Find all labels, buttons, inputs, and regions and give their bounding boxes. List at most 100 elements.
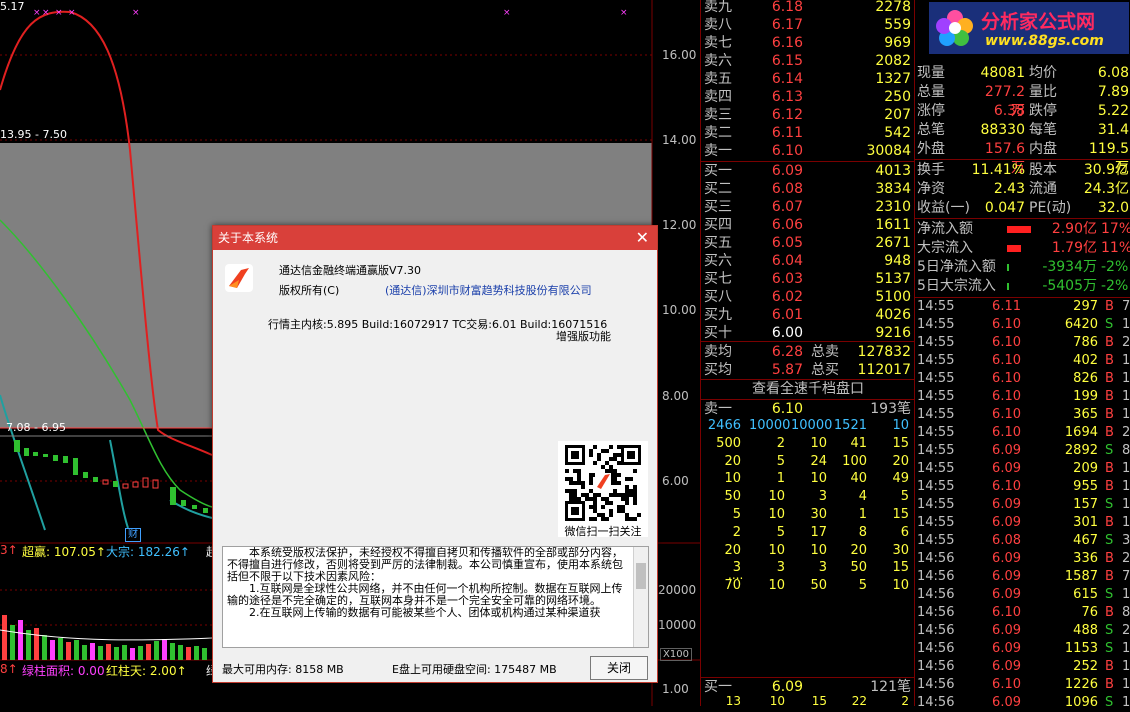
notice-scrollbar[interactable] [633,547,648,647]
tick-side: B [1105,479,1114,494]
tick-row[interactable]: 14:55 6.10 1694 B 20 [915,424,1130,442]
tick-row[interactable]: 14:55 6.09 209 B 13 [915,460,1130,478]
financial-badge[interactable]: 财 [125,528,141,542]
y-axis-label: 8.00 [662,389,689,403]
tick-row[interactable]: 14:55 6.10 786 B 24 [915,334,1130,352]
close-button[interactable]: 关闭 [590,656,648,680]
level-price: 6.14 [771,71,803,87]
quote-info-panel: 分析家公式网 www.88gs.com 现量 48081 均价 6.08 总量 277.2… [914,0,1130,710]
candle [33,452,38,456]
avg-sell-row: 卖均 6.28 总卖 127832 [701,343,915,361]
queue-cell: 5 [900,489,909,505]
book-level-row: 买二 6.08 3834 [701,180,915,198]
level-price: 6.05 [771,235,803,251]
tick-row[interactable]: 14:56 6.09 615 S 18 [915,586,1130,604]
tick-row[interactable]: 14:56 6.09 252 B 16 [915,658,1130,676]
tick-row[interactable]: 14:55 6.08 467 S 32 [915,532,1130,550]
tick-row[interactable]: 14:55 6.10 6420 S 132 [915,316,1130,334]
tick-row[interactable]: 14:55 6.10 402 B 12 [915,352,1130,370]
stat-row: 现量 48081 均价 6.08 [915,64,1130,83]
svg-text:×: × [620,8,628,18]
tick-row[interactable]: 14:56 6.09 1153 S 19 [915,640,1130,658]
tick-row[interactable]: 14:56 6.09 1587 B 73 [915,568,1130,586]
tick-side: B [1105,299,1114,314]
tick-price: 6.10 [992,605,1021,620]
tick-volume: 1096 [1064,695,1098,710]
tick-row[interactable]: 14:55 6.11 297 B 7 [915,298,1130,316]
tick-row[interactable]: 14:56 6.09 1096 S 13 [915,694,1130,712]
queue-cell: 40 [850,471,867,487]
candle [192,505,197,509]
level-price: 6.17 [771,17,803,33]
tick-side: B [1105,353,1114,368]
tick-count: 18 [1122,587,1130,602]
scrollbar-thumb[interactable] [636,563,646,589]
tick-row[interactable]: 14:56 6.10 1226 B 18 [915,676,1130,694]
disk-info: E盘上可用硬盘空间: 175487 MB [392,663,557,676]
tick-row[interactable]: 14:55 6.10 199 B 13 [915,388,1130,406]
tick-volume: 2892 [1064,443,1098,458]
low-range-label: 7.08 - 6.95 [6,421,66,434]
tick-price: 6.08 [992,533,1021,548]
close-icon[interactable]: ✕ [636,226,649,250]
tick-time: 14:56 [917,569,955,584]
tick-row[interactable]: 14:56 6.09 488 S 20 [915,622,1130,640]
book-level-row: 买八 6.02 5100 [701,288,915,306]
flow-label: 5日净流入额 [917,259,996,275]
tick-row[interactable]: 14:55 6.10 365 B 13 [915,406,1130,424]
tick-row[interactable]: 14:55 6.10 955 B 17 [915,478,1130,496]
flow-value: 1.79亿 [1051,240,1097,256]
book-level-row: 买十 6.00 9216 [701,324,915,342]
indicator-value: 绿柱面积: 0.00 [22,664,105,678]
candle [14,440,20,452]
tick-volume: 1153 [1064,641,1098,656]
level-volume: 4026 [875,307,911,323]
tick-count: 19 [1122,641,1130,656]
tick-price: 6.10 [992,371,1021,386]
sell1-label: 卖一 [704,401,732,417]
total-sell-label: 总卖 [811,344,839,360]
level-label: 买七 [704,271,732,287]
level-volume: 9216 [875,325,911,341]
level-volume: 2082 [875,53,911,69]
indicator-value: 超赢: 107.05↑ [22,545,106,559]
flow-pct: 11% [1101,240,1130,256]
level-label: 卖八 [704,17,732,33]
company-link[interactable]: (通达信)深圳市财富趋势科技股份有限公司 [385,282,592,298]
tick-price: 6.10 [992,479,1021,494]
tick-row[interactable]: 14:55 6.09 2892 S 87 [915,442,1130,460]
level-volume: 2278 [875,0,911,15]
queue-cell: 10 [892,418,909,433]
tick-time: 14:55 [917,389,955,404]
tick-row[interactable]: 14:55 6.09 301 B 15 [915,514,1130,532]
tick-side: B [1105,569,1114,584]
stat-value: 2.43 [993,181,1025,197]
tick-time: 14:55 [917,533,955,548]
queue-cell: 3 [776,560,785,576]
queue-cell: 50 [724,489,741,505]
enhanced-label: 增强版功能 [556,330,611,343]
tick-row[interactable]: 14:56 6.09 336 B 27 [915,550,1130,568]
dialog-titlebar[interactable]: 关于本系统 ✕ [213,226,657,250]
tick-row[interactable]: 14:55 6.10 826 B 19 [915,370,1130,388]
stat-label: 换手 [917,162,945,178]
level-price: 6.15 [771,53,803,69]
license-notice[interactable]: 本系统受版权法保护，未经授权不得擅自拷贝和传播软件的全部或部分内容，不得擅自进行… [222,546,649,648]
deep-book-link[interactable]: 查看全速千档盘口 [701,380,915,399]
level-label: 买一 [704,163,732,179]
tick-count: 20 [1122,425,1130,440]
level-price: 6.08 [771,181,803,197]
qr-code-box: 微信扫一扫关注 [558,441,648,538]
queue-cell: 100 [842,453,867,469]
book-level-row: 买三 6.07 2310 [701,198,915,216]
tick-side: S [1105,497,1114,512]
tick-count: 132 [1122,317,1130,332]
queue-cell: 30 [810,507,827,522]
tick-price: 6.09 [992,569,1021,584]
tick-row[interactable]: 14:55 6.09 157 S 19 [915,496,1130,514]
tick-row[interactable]: 14:56 6.10 76 B 8 [915,604,1130,622]
stat-value-2: 32.0 [1097,200,1129,216]
svg-text:×: × [132,8,140,18]
tick-time: 14:56 [917,641,955,656]
tick-time: 14:55 [917,299,955,314]
